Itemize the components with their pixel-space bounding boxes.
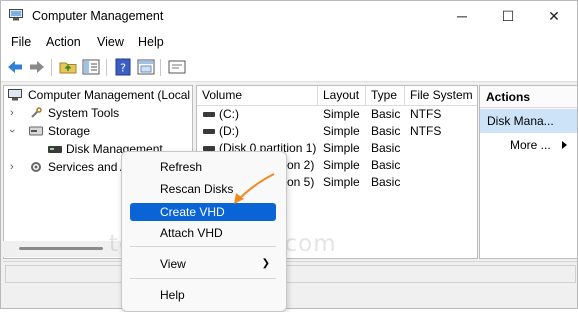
minimize-button[interactable]: ─ bbox=[439, 1, 485, 31]
layout-cell: Simple bbox=[323, 124, 360, 138]
table-row[interactable]: (D:) Simple Basic NTFS bbox=[197, 123, 477, 140]
menu-item-attach-vhd[interactable]: Attach VHD bbox=[130, 224, 276, 242]
type-cell: Basic bbox=[371, 107, 401, 121]
up-folder-icon[interactable] bbox=[59, 58, 77, 76]
menu-file[interactable]: File bbox=[11, 35, 31, 49]
window-title: Computer Management bbox=[32, 9, 164, 23]
actions-header: Actions bbox=[480, 86, 577, 108]
list-header: Volume Layout Type File System bbox=[197, 86, 477, 106]
file-system-cell: NTFS bbox=[410, 124, 442, 138]
menu-view[interactable]: View bbox=[97, 35, 124, 49]
annotation-arrow-icon bbox=[234, 173, 275, 204]
toolbar-separator bbox=[106, 59, 107, 76]
volume-icon bbox=[203, 129, 215, 134]
menu-item-label: View bbox=[160, 257, 186, 271]
actions-disk-management[interactable]: Disk Mana... bbox=[480, 109, 577, 133]
actions-pane: Actions Disk Mana... More ... bbox=[479, 85, 577, 259]
computer-management-window: Computer Management ─ ☐ ✕ File Action Vi… bbox=[0, 0, 578, 309]
svg-text:?: ? bbox=[120, 62, 126, 75]
chevron-right-icon[interactable]: › bbox=[10, 104, 14, 122]
maximize-button[interactable]: ☐ bbox=[485, 1, 531, 31]
volume-icon bbox=[203, 112, 215, 117]
file-system-cell: NTFS bbox=[410, 107, 442, 121]
toolbar-separator bbox=[51, 59, 52, 76]
volume-cell: on 2) bbox=[287, 158, 315, 172]
chevron-down-icon[interactable]: › bbox=[4, 129, 21, 133]
layout-cell: Simple bbox=[323, 141, 360, 155]
properties-pane-icon[interactable] bbox=[137, 58, 155, 76]
chevron-right-icon[interactable]: › bbox=[10, 158, 14, 176]
back-arrow-icon[interactable] bbox=[6, 58, 24, 76]
type-cell: Basic bbox=[371, 124, 401, 138]
computer-management-icon bbox=[9, 9, 23, 21]
column-header-type[interactable]: Type bbox=[366, 86, 405, 105]
console-view-icon[interactable] bbox=[168, 58, 186, 76]
toolbar: ? bbox=[1, 53, 577, 82]
title-bar: Computer Management ─ ☐ ✕ bbox=[1, 1, 577, 31]
services-icon bbox=[31, 162, 41, 172]
storage-icon bbox=[29, 126, 43, 136]
type-cell: Basic bbox=[371, 175, 401, 189]
layout-cell: Simple bbox=[323, 107, 360, 121]
chevron-right-icon: ❯ bbox=[261, 258, 270, 269]
menu-separator bbox=[130, 278, 276, 279]
menu-bar: File Action View Help bbox=[1, 31, 577, 53]
menu-item-help[interactable]: Help bbox=[130, 286, 276, 304]
tools-icon bbox=[31, 107, 42, 118]
computer-icon bbox=[8, 89, 22, 101]
toolbar-separator bbox=[160, 59, 161, 76]
actions-more[interactable]: More ... bbox=[510, 136, 551, 154]
status-bar bbox=[3, 261, 577, 284]
type-cell: Basic bbox=[371, 158, 401, 172]
tree-item-label: Storage bbox=[48, 124, 91, 138]
close-button[interactable]: ✕ bbox=[531, 1, 577, 31]
layout-cell: Simple bbox=[323, 158, 360, 172]
column-header-layout[interactable]: Layout bbox=[318, 86, 366, 105]
scrollbar-thumb[interactable] bbox=[19, 247, 103, 250]
disk-icon bbox=[48, 146, 62, 153]
column-header-volume[interactable]: Volume bbox=[197, 86, 318, 105]
layout-cell: Simple bbox=[323, 175, 360, 189]
table-row[interactable]: (C:) Simple Basic NTFS bbox=[197, 106, 477, 123]
type-cell: Basic bbox=[371, 141, 401, 155]
column-header-file-system[interactable]: File System bbox=[405, 86, 477, 105]
show-hide-tree-icon[interactable] bbox=[82, 58, 100, 76]
forward-arrow-icon[interactable] bbox=[28, 58, 46, 76]
menu-separator bbox=[130, 246, 276, 247]
menu-item-view[interactable]: View ❯ bbox=[130, 255, 276, 273]
menu-action[interactable]: Action bbox=[46, 35, 81, 49]
volume-cell: on 5) bbox=[287, 175, 315, 189]
tree-item-label: System Tools bbox=[48, 106, 120, 120]
chevron-right-icon[interactable] bbox=[562, 141, 567, 149]
tree-item-label: Services and A bbox=[48, 160, 129, 174]
menu-help[interactable]: Help bbox=[138, 35, 164, 49]
tree-item-label: Computer Management (Local bbox=[28, 88, 191, 102]
help-icon[interactable]: ? bbox=[114, 58, 132, 76]
volume-cell: (D:) bbox=[219, 124, 239, 138]
volume-cell: (C:) bbox=[219, 107, 239, 121]
